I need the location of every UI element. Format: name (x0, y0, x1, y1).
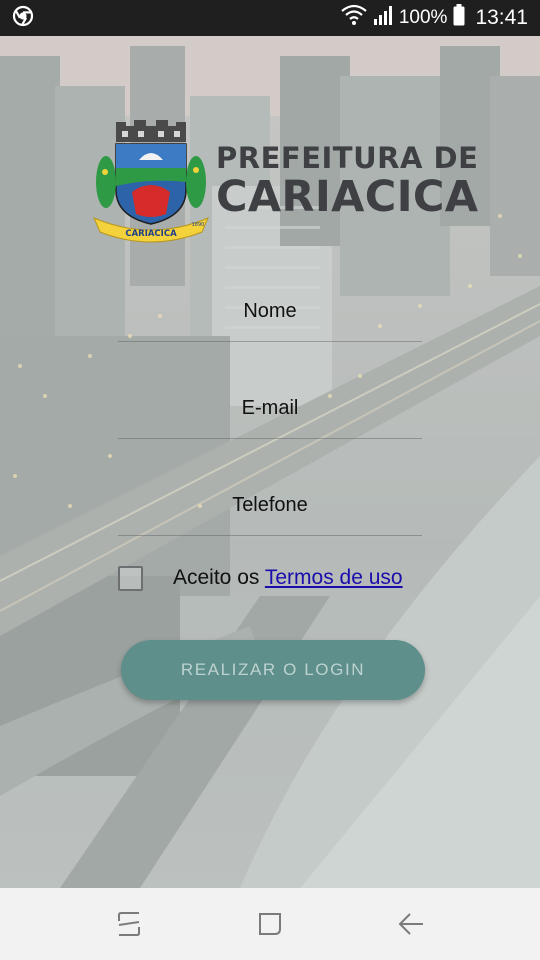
email-input[interactable] (118, 397, 422, 420)
login-form (118, 268, 422, 559)
crest-year-text: 1890 (192, 222, 205, 228)
logo-title-line1: PREFEITURA DE (216, 141, 479, 175)
terms-checkbox[interactable] (118, 565, 143, 591)
phone-input[interactable] (118, 494, 422, 517)
signal-icon (373, 5, 393, 31)
status-bar: 100% 13:41 (0, 0, 540, 36)
terms-row: Aceito os Termos de uso (118, 563, 438, 593)
recents-icon[interactable] (109, 904, 149, 944)
terms-prefix: Aceito os (173, 566, 265, 589)
crest-banner-text: CARIACICA (125, 229, 177, 239)
navigation-bar (0, 888, 540, 960)
email-field-container (118, 365, 422, 439)
name-input[interactable] (118, 300, 422, 323)
name-field-container (118, 268, 422, 342)
login-button[interactable]: REALIZAR O LOGIN (121, 640, 425, 700)
home-icon[interactable] (250, 904, 290, 944)
terms-text: Aceito os Termos de uso (173, 566, 403, 590)
battery-icon (453, 4, 465, 32)
back-icon[interactable] (391, 904, 431, 944)
chrome-icon (12, 5, 34, 32)
battery-percent: 100% (398, 7, 448, 28)
phone-field-container (118, 462, 422, 536)
coat-of-arms-icon: CARIACICA 1890 (93, 120, 209, 243)
prefeitura-logo: CARIACICA 1890 PREFEITURA DE CARIACICA (92, 120, 478, 245)
terms-of-use-link[interactable]: Termos de uso (265, 566, 403, 589)
logo-title-line2: CARIACICA (216, 172, 479, 222)
clock: 13:41 (475, 6, 528, 29)
wifi-icon (341, 4, 367, 32)
